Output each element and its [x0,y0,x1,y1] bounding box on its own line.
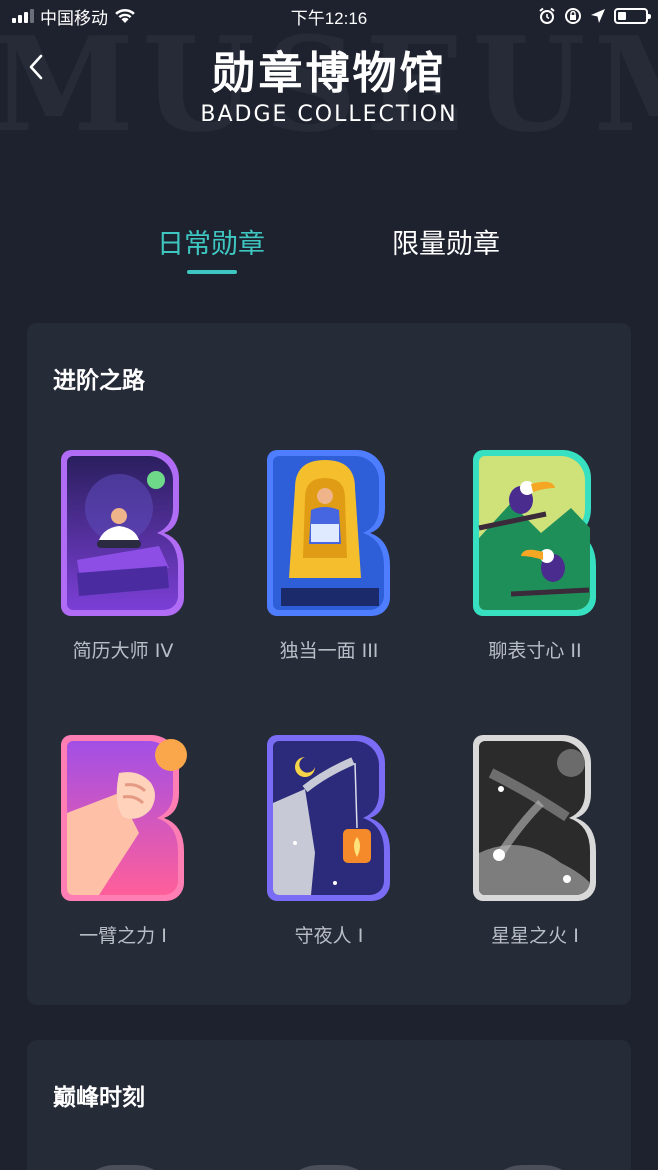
toucans-badge-icon [473,450,596,616]
badge-item[interactable]: 守夜人 I [239,733,419,973]
section-title: 进阶之路 [53,368,145,394]
night-watchman-lantern-badge-icon [267,735,390,901]
page-header: 勋章博物馆 BADGE COLLECTION [0,46,658,127]
man-on-armchair-badge-icon [267,450,390,616]
location-icon [591,9,605,23]
section-title: 巅峰时刻 [53,1085,145,1111]
badge-label: 一臂之力 I [79,925,167,947]
badge-label: 星星之火 I [491,925,579,947]
badge-item-peek[interactable] [75,1165,175,1170]
section-card-advancement: 进阶之路 简历大师 IV 独当一面 III 聊表寸心 II 一臂之力 I 守夜人… [27,323,631,1005]
meditating-man-badge-icon [61,450,184,616]
section-card-peak-moments: 巅峰时刻 [27,1040,631,1170]
shooting-stars-badge-icon [473,735,596,901]
status-bar: 中国移动 下午12:16 [0,0,658,32]
badge-item[interactable]: 简历大师 IV [33,448,213,688]
badge-item[interactable]: 聊表寸心 II [445,448,625,688]
tab-daily-badges[interactable]: 日常勋章 [131,222,291,261]
badge-label: 简历大师 IV [72,640,174,662]
page-subtitle: BADGE COLLECTION [200,102,458,127]
active-tab-indicator [187,270,237,274]
raised-fist-badge-icon [61,735,187,901]
carrier-name: 中国移动 [40,8,108,28]
badge-item[interactable]: 星星之火 I [445,733,625,973]
signal-icon [12,9,34,23]
badge-label: 聊表寸心 II [488,640,582,662]
badge-label: 独当一面 III [279,640,379,662]
battery-level [618,12,626,20]
badge-item[interactable]: 独当一面 III [239,448,419,688]
page-title: 勋章博物馆 [211,48,447,99]
badge-item[interactable]: 一臂之力 I [33,733,213,973]
badge-item-peek[interactable] [279,1165,379,1170]
badge-label: 守夜人 I [294,925,364,947]
alarm-icon [539,7,555,24]
tab-limited-badges[interactable]: 限量勋章 [366,222,526,261]
badge-item-peek[interactable] [483,1165,583,1170]
status-time: 下午12:16 [290,8,368,28]
badge-tabs: 日常勋章 限量勋章 [0,222,658,282]
battery-icon [614,8,651,24]
wifi-icon [115,8,135,23]
rotation-lock-icon [565,8,581,24]
